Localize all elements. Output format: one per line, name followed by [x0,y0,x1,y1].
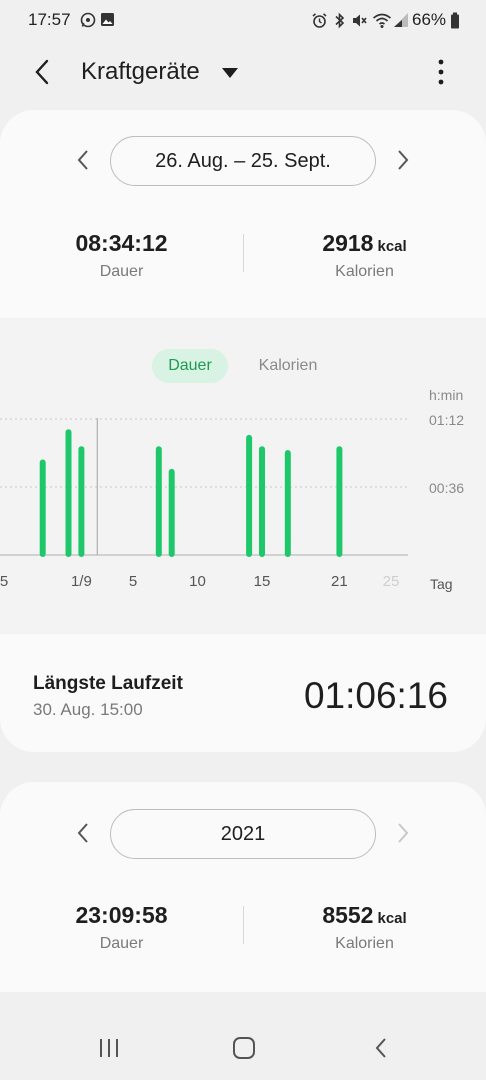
x-tick-label: 5 [129,573,137,590]
x-tick-label: 25 [383,573,400,590]
next-period-button[interactable] [387,144,419,176]
bluetooth-icon [333,12,346,34]
longest-run-value: 01:06:16 [303,675,448,716]
status-bar: 17:57 66% [0,0,486,40]
duration-label: Dauer [99,263,144,280]
year-duration-stat: 23:09:58 Dauer [0,902,243,953]
duration-bar-chart[interactable]: 01:12 00:36 h:min 5 1/9 5 10 15 21 25 Tag [0,378,486,634]
chevron-right-icon [398,150,409,170]
home-button[interactable] [224,1032,264,1064]
x-tick-label: 1/9 [71,573,92,590]
chevron-right-icon [398,823,409,843]
whatsapp-icon [80,12,96,33]
gallery-icon [100,12,115,32]
previous-year-button[interactable] [67,817,99,849]
mute-icon [351,12,368,34]
dropdown-caret-icon[interactable] [221,66,239,84]
app-header: Kraftgeräte [0,40,486,106]
wifi-icon [372,12,392,34]
y-unit-label: h:min [429,387,463,403]
alarm-icon [311,12,328,34]
year-card: 2021 23:09:58 Dauer 8552 kcal Kalorien [0,782,486,992]
back-nav-icon [375,1038,386,1058]
battery-icon [450,12,460,34]
system-back-button[interactable] [361,1032,401,1064]
calories-unit: kcal [377,238,407,255]
x-tick-label: 10 [189,573,206,590]
duration-stat: 08:34:12 Dauer [0,230,243,281]
chart-panel: Dauer Kalorien 01:12 00:36 h:min 5 1/9 5 10 15 2… [0,318,486,634]
y-tick-label: 01:12 [429,412,464,428]
longest-run-date: 30. Aug. 15:00 [33,700,143,719]
status-time: 17:57 [28,10,71,29]
page-title[interactable]: Kraftgeräte [81,58,200,86]
recent-apps-icon [100,1039,118,1057]
year-calories-unit: kcal [377,910,407,927]
system-navigation-bar [0,1016,486,1080]
next-year-button [387,817,419,849]
calories-label: Kalorien [335,263,394,280]
recent-apps-button[interactable] [89,1032,129,1064]
calories-value: 2918 [322,230,374,256]
period-range-selector[interactable]: 26. Aug. – 25. Sept. [110,136,376,186]
duration-value: 08:34:12 [75,230,168,256]
back-arrow-icon [35,59,49,85]
home-icon [233,1037,255,1059]
year-duration-value: 23:09:58 [75,902,168,928]
chevron-left-icon [77,150,88,170]
signal-icon [393,12,409,33]
longest-run-title: Längste Laufzeit [33,673,183,694]
x-tick-label: 15 [254,573,271,590]
x-axis-label: Tag [430,576,453,592]
year-duration-label: Dauer [99,935,144,952]
year-calories-value: 8552 [322,902,374,928]
battery-percent: 66% [412,10,447,29]
x-tick-label: 21 [331,573,348,590]
year-calories-stat: 8552 kcal Kalorien [243,902,486,953]
back-button[interactable] [24,54,60,90]
period-card: 26. Aug. – 25. Sept. 08:34:12 Dauer 2918… [0,110,486,752]
y-tick-label: 00:36 [429,480,464,496]
calories-stat: 2918 kcal Kalorien [243,230,486,281]
x-tick-label: 5 [0,573,8,590]
previous-period-button[interactable] [67,144,99,176]
year-selector[interactable]: 2021 [110,809,376,859]
more-options-button[interactable] [426,54,456,90]
more-vert-icon [438,59,444,85]
chevron-left-icon [77,823,88,843]
year-calories-label: Kalorien [335,935,394,952]
